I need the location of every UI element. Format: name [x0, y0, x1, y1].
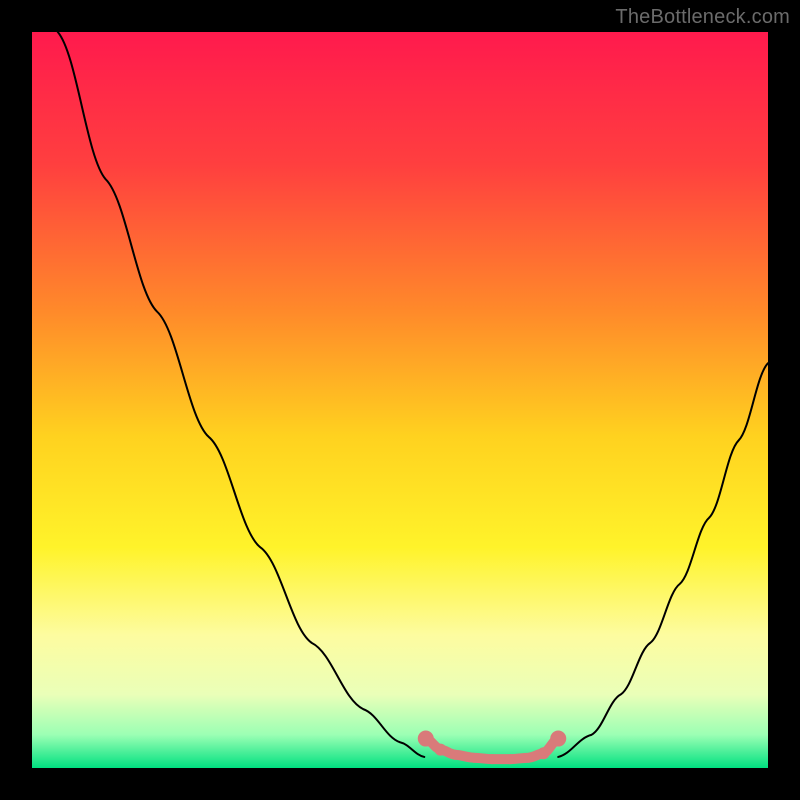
series-valley-marker-dot: [550, 731, 566, 747]
plot-area: [32, 32, 768, 768]
series-valley-marker-dot: [418, 731, 434, 747]
watermark-text: TheBottleneck.com: [615, 6, 790, 29]
chart-background: [32, 32, 768, 768]
series-valley-marker-dot: [450, 750, 460, 760]
chart-svg: [32, 32, 768, 768]
series-valley-marker-dot: [469, 753, 479, 763]
series-valley-marker-dot: [434, 744, 446, 756]
series-valley-marker-dot: [505, 754, 515, 764]
series-valley-marker-dot: [524, 753, 534, 763]
series-valley-marker-dot: [487, 754, 497, 764]
chart-frame: TheBottleneck.com: [0, 0, 800, 800]
series-valley-marker-dot: [538, 747, 550, 759]
